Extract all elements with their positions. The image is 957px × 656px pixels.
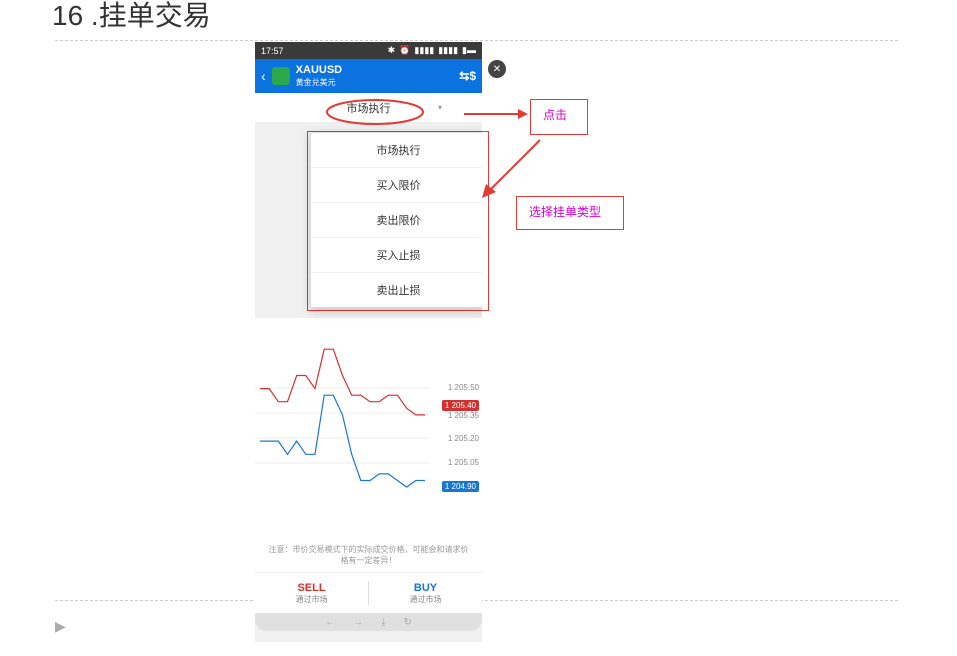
- nav-download-icon[interactable]: ⤓: [381, 617, 385, 628]
- bluetooth-icon: ✱: [388, 45, 396, 56]
- swap-icon[interactable]: ⇆$: [459, 69, 476, 83]
- nav-refresh-icon[interactable]: ↻: [404, 617, 412, 628]
- chart-svg: [255, 318, 430, 538]
- notice-text: 注意：市价交易模式下的实际成交价格，可能会和请求价格有一定差异！: [255, 538, 482, 572]
- action-row: SELL 通过市场 BUY 通过市场: [255, 572, 482, 613]
- sell-button[interactable]: SELL 通过市场: [255, 573, 368, 613]
- play-icon[interactable]: ▶: [55, 618, 66, 635]
- price-chart: 1 205.50 1 205.40 1 205.35 1 205.20 1 20…: [255, 318, 482, 538]
- symbol-label: XAUUSD: [296, 64, 342, 76]
- ytick-1: 1 205.35: [448, 411, 479, 420]
- symbol-subtitle: 黄金兑美元: [296, 77, 342, 88]
- annot-select-label: 选择挂单类型: [529, 203, 601, 220]
- nav-forward-icon[interactable]: →: [353, 617, 363, 628]
- ytick-0: 1 205.50: [448, 383, 479, 392]
- bid-price-tag: 1 204.90: [442, 481, 479, 492]
- signal1-icon: ▮▮▮▮: [414, 45, 434, 56]
- annot-click-label: 点击: [543, 106, 567, 123]
- sell-sublabel: 通过市场: [296, 594, 328, 605]
- status-time: 17:57: [261, 46, 284, 56]
- sell-label: SELL: [297, 582, 325, 594]
- app-icon: [272, 67, 290, 85]
- dropdown-item-sellstop[interactable]: 卖出止损: [311, 273, 482, 307]
- slide-title: 16 .挂单交易: [52, 0, 211, 34]
- appbar: ‹ XAUUSD 黄金兑美元 ⇆$: [255, 59, 482, 93]
- buy-sublabel: 通过市场: [410, 594, 442, 605]
- signal2-icon: ▮▮▮▮: [438, 45, 458, 56]
- ytick-3: 1 205.05: [448, 458, 479, 467]
- dropdown-item-selllimit[interactable]: 卖出限价: [311, 203, 482, 238]
- statusbar: 17:57 ✱ ⏰ ▮▮▮▮ ▮▮▮▮ ▮▬: [255, 42, 482, 59]
- phone-frame: 17:57 ✱ ⏰ ▮▮▮▮ ▮▮▮▮ ▮▬ ‹ XAUUSD 黄金兑美元 ⇆$: [255, 42, 482, 642]
- order-type-dropdown: 市场执行 买入限价 卖出限价 买入止损 卖出止损: [310, 132, 482, 308]
- battery-icon: ▮▬: [462, 45, 476, 56]
- annot-select-box: 选择挂单类型: [516, 196, 624, 230]
- back-icon[interactable]: ‹: [261, 68, 266, 84]
- buy-button[interactable]: BUY 通过市场: [369, 573, 482, 613]
- nav-back-icon[interactable]: ←: [325, 617, 335, 628]
- annot-arrow-select: [480, 138, 560, 200]
- dropdown-item-market[interactable]: 市场执行: [311, 133, 482, 168]
- dropdown-item-buylimit[interactable]: 买入限价: [311, 168, 482, 203]
- dropdown-item-buystop[interactable]: 买入止损: [311, 238, 482, 273]
- annot-oval: [325, 97, 465, 127]
- alarm-icon: ⏰: [399, 45, 410, 56]
- ytick-2: 1 205.20: [448, 434, 479, 443]
- divider-top: [55, 40, 898, 41]
- annot-click-box: 点击: [530, 99, 588, 135]
- close-button[interactable]: ✕: [488, 60, 506, 78]
- annot-arrow-click: [460, 107, 532, 127]
- buy-label: BUY: [414, 582, 437, 594]
- ask-price-tag: 1 205.40: [442, 400, 479, 411]
- bottom-navbar: ← → ⤓ ↻: [255, 613, 482, 631]
